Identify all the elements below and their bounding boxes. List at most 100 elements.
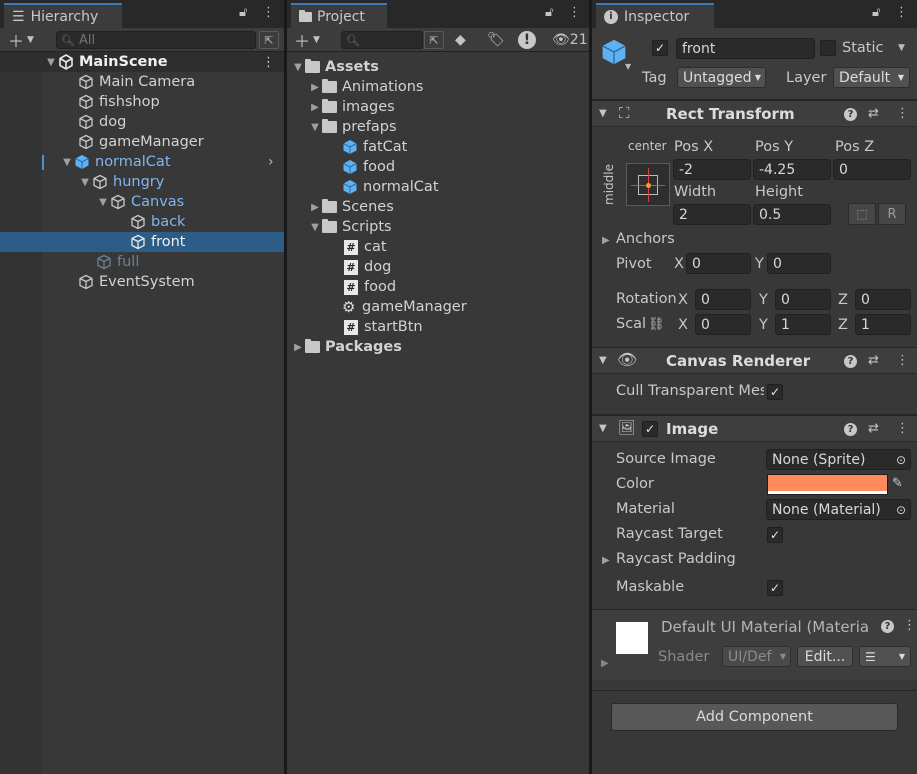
project-item[interactable]: ▶ images [287, 97, 589, 117]
search-input[interactable] [359, 32, 422, 48]
preset-icon[interactable]: ⇄ [868, 421, 879, 436]
scene-row[interactable]: ▼ MainScene ⋮ [0, 52, 284, 72]
scene-visibility-button[interactable]: ⇱ [259, 31, 279, 49]
component-menu-icon[interactable]: ⋮ [896, 353, 909, 368]
tab-project[interactable]: Project [291, 3, 387, 28]
expand-arrow-icon[interactable]: ▼ [96, 197, 110, 208]
search-scope-button[interactable]: ⇱ [424, 31, 444, 49]
gameobject-prefab-icon[interactable] [600, 38, 628, 66]
anchor-preset-button[interactable] [626, 163, 670, 206]
source-image-field[interactable]: None (Sprite) ⊙ [766, 449, 911, 470]
foldout-arrow-icon[interactable]: ▼ [599, 108, 607, 119]
hierarchy-item[interactable]: Main Camera [0, 72, 284, 92]
preset-icon[interactable]: ⇄ [868, 106, 879, 121]
rot-y-field[interactable]: 0 [775, 289, 831, 310]
tag-dropdown[interactable]: Untagged ▼ [677, 67, 766, 88]
canvas-renderer-header[interactable]: ▼ 👁︎ Canvas Renderer ? ⇄ ⋮ [592, 347, 917, 374]
help-icon[interactable]: ? [844, 108, 857, 121]
color-field[interactable] [767, 474, 888, 495]
project-item[interactable]: food [287, 157, 589, 177]
height-field[interactable]: 0.5 [753, 204, 831, 225]
project-search[interactable]: 🔍︎ [341, 31, 423, 49]
expand-arrow-icon[interactable]: ▼ [308, 122, 322, 133]
component-menu-icon[interactable]: ⋮ [903, 618, 916, 633]
width-field[interactable]: 2 [673, 204, 751, 225]
hierarchy-item[interactable]: dog [0, 112, 284, 132]
object-picker-icon[interactable]: ⊙ [896, 453, 906, 467]
hierarchy-item[interactable]: back [0, 212, 284, 232]
expand-arrow-icon[interactable]: ▼ [44, 57, 58, 68]
hierarchy-item-selected[interactable]: front [0, 232, 284, 252]
hierarchy-item[interactable]: ▼ hungry [0, 172, 284, 192]
foldout-arrow-icon[interactable]: ▼ [599, 355, 607, 366]
raycast-padding-label[interactable]: Raycast Padding [616, 551, 736, 567]
blueprint-mode-button[interactable]: ⬚ [848, 203, 876, 225]
expand-arrow-icon[interactable]: ▼ [60, 157, 74, 168]
project-item-assets[interactable]: ▼ Assets [287, 57, 589, 77]
rot-x-field[interactable]: 0 [695, 289, 751, 310]
kebab-menu-icon[interactable]: ⋮ [568, 5, 581, 20]
shader-edit-button[interactable]: Edit... [797, 646, 853, 667]
project-item[interactable]: normalCat [287, 177, 589, 197]
kebab-menu-icon[interactable]: ⋮ [895, 5, 908, 20]
icon-dropdown-arrow-icon[interactable]: ▼ [625, 62, 631, 71]
expand-arrow-icon[interactable]: ▶ [308, 82, 322, 93]
expand-arrow-icon[interactable]: ▼ [291, 62, 305, 73]
posy-field[interactable]: -4.25 [753, 159, 831, 180]
help-icon[interactable]: ? [844, 423, 857, 436]
active-checkbox[interactable]: ✓ [652, 40, 668, 56]
project-item-packages[interactable]: ▶ Packages [287, 337, 589, 357]
material-field[interactable]: None (Material) ⊙ [766, 499, 911, 520]
eyedropper-icon[interactable]: ✎ [892, 476, 903, 491]
project-item[interactable]: ▼ prefaps [287, 117, 589, 137]
foldout-arrow-icon[interactable]: ▼ [599, 423, 607, 434]
material-foldout-icon[interactable]: ▶ [601, 658, 609, 669]
rot-z-field[interactable]: 0 [855, 289, 911, 310]
static-dropdown-arrow-icon[interactable]: ▼ [898, 43, 905, 53]
posx-field[interactable]: -2 [673, 159, 751, 180]
project-item[interactable]: fatCat [287, 137, 589, 157]
project-item[interactable]: ⚙ gameManager [287, 297, 589, 317]
project-item[interactable]: ▶ Scenes [287, 197, 589, 217]
cull-transparent-checkbox[interactable]: ✓ [767, 384, 783, 400]
lock-icon[interactable]: 🔓︎ [545, 5, 553, 20]
expand-arrow-icon[interactable]: ▼ [78, 177, 92, 188]
scale-z-field[interactable]: 1 [855, 314, 911, 335]
hierarchy-item[interactable]: full [0, 252, 284, 272]
shader-options-dropdown[interactable]: ☰ ▼ [859, 646, 911, 667]
rect-transform-header[interactable]: ▼ ⛶ Rect Transform ? ⇄ ⋮ [592, 100, 917, 127]
scale-y-field[interactable]: 1 [775, 314, 831, 335]
raw-edit-button[interactable]: R [878, 203, 906, 225]
create-button[interactable]: ＋ ▼ [294, 30, 320, 51]
filter-label-icon[interactable]: 🏷︎ [487, 30, 505, 50]
expand-arrow-icon[interactable]: ▶ [308, 202, 322, 213]
expand-arrow-icon[interactable]: ▶ [308, 102, 322, 113]
filter-warning-icon[interactable]: ! [518, 31, 536, 49]
component-menu-icon[interactable]: ⋮ [896, 106, 909, 121]
material-thumbnail[interactable] [616, 622, 648, 654]
help-icon[interactable]: ? [881, 620, 894, 633]
kebab-menu-icon[interactable]: ⋮ [262, 5, 275, 20]
hidden-packages-toggle[interactable]: 👁︎ 21 [552, 30, 588, 50]
hierarchy-item[interactable]: ▼ normalCat › [0, 152, 284, 172]
create-button[interactable]: ＋ ▼ [8, 30, 34, 51]
search-input[interactable] [78, 32, 255, 48]
project-item[interactable]: ▼ Scripts [287, 217, 589, 237]
layer-dropdown[interactable]: Default ▼ [833, 67, 910, 88]
chevron-right-icon[interactable]: › [268, 154, 274, 170]
filter-type-icon[interactable]: ◆ [455, 30, 466, 50]
hierarchy-item[interactable]: fishshop [0, 92, 284, 112]
add-component-button[interactable]: Add Component [611, 703, 898, 731]
help-icon[interactable]: ? [844, 355, 857, 368]
project-item[interactable]: # cat [287, 237, 589, 257]
tab-inspector[interactable]: i Inspector [596, 3, 714, 28]
hierarchy-item[interactable]: ▼ Canvas [0, 192, 284, 212]
object-picker-icon[interactable]: ⊙ [896, 503, 906, 517]
lock-icon[interactable]: 🔓︎ [239, 5, 247, 20]
pivot-y-field[interactable]: 0 [767, 253, 831, 274]
component-menu-icon[interactable]: ⋮ [896, 421, 909, 436]
object-name-field[interactable]: front [676, 38, 815, 59]
expand-arrow-icon[interactable]: ▼ [308, 222, 322, 233]
expand-arrow-icon[interactable]: ▶ [291, 342, 305, 353]
image-header[interactable]: ▼ 🖼︎ ✓ Image ? ⇄ ⋮ [592, 415, 917, 442]
